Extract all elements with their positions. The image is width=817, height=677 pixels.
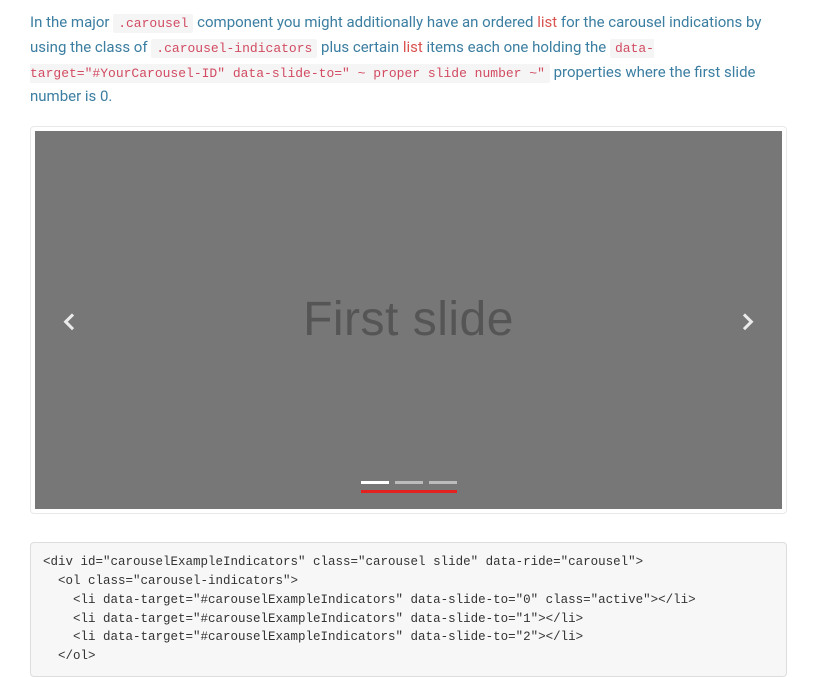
- intro-seg2: component you might additionally have an…: [193, 13, 537, 31]
- chevron-right-icon: [737, 314, 754, 331]
- carousel-slide-text: First slide: [303, 282, 514, 359]
- intro-seg4: plus certain: [317, 38, 403, 56]
- carousel-indicator-0[interactable]: [361, 481, 389, 484]
- carousel-prev-button[interactable]: [47, 301, 97, 339]
- code-block: <div id="carouselExampleIndicators" clas…: [30, 542, 787, 677]
- carousel-next-button[interactable]: [720, 301, 770, 339]
- carousel-indicator-2[interactable]: [429, 481, 457, 484]
- carousel-indicators: [361, 481, 457, 493]
- inline-code-carousel: .carousel: [113, 14, 193, 33]
- keyword-list-1: list: [537, 13, 557, 31]
- carousel-example: First slide: [30, 126, 787, 514]
- intro-seg5: items each one holding the: [423, 38, 610, 56]
- keyword-list-2: list: [403, 38, 423, 56]
- inline-code-carousel-indicators: .carousel-indicators: [151, 39, 317, 58]
- intro-paragraph: In the major .carousel component you mig…: [30, 10, 787, 108]
- carousel: First slide: [35, 131, 782, 509]
- chevron-left-icon: [64, 314, 81, 331]
- carousel-indicator-1[interactable]: [395, 481, 423, 484]
- intro-seg1: In the major: [30, 13, 113, 31]
